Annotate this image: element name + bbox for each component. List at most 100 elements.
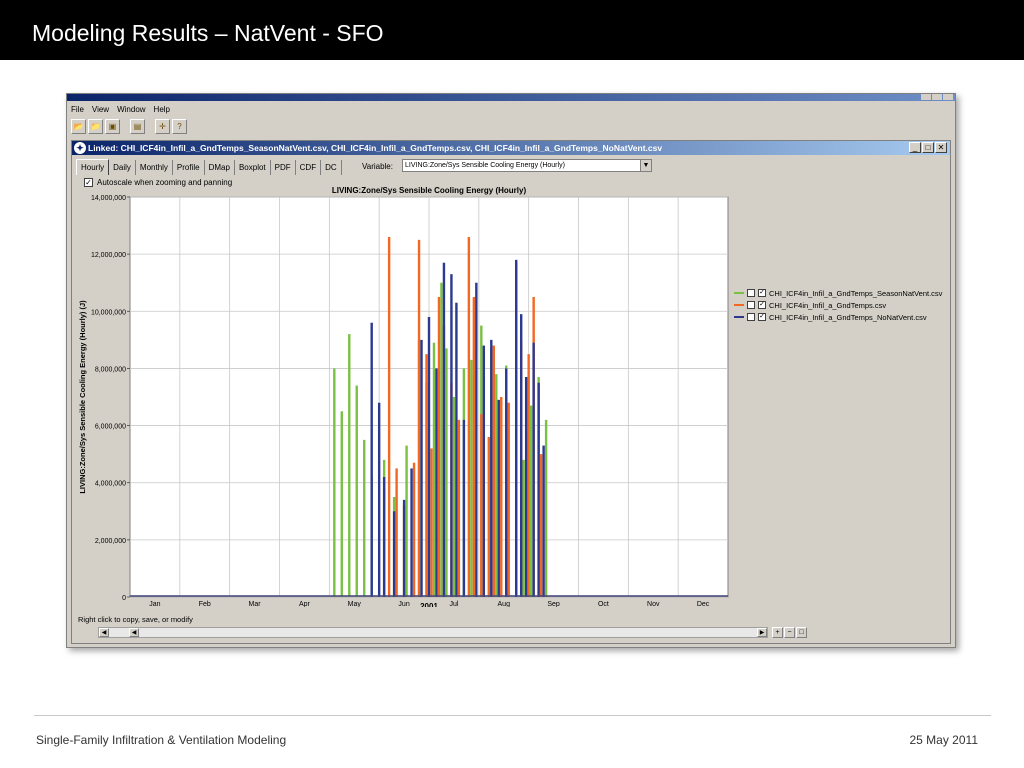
tab-daily[interactable]: Daily	[109, 160, 136, 175]
help-icon[interactable]: ?	[172, 119, 187, 134]
menu-window[interactable]: Window	[117, 105, 145, 114]
legend-item[interactable]: ✓ CHI_ICF4in_Infil_a_GndTemps.csv	[734, 299, 942, 311]
save-icon[interactable]: ▣	[105, 119, 120, 134]
chart-bar	[529, 405, 533, 597]
dview-window[interactable]: File View Window Help 📂 📁 ▣ ▤ ✛ ? ✦ Link…	[66, 93, 956, 648]
chart-bar	[490, 339, 493, 597]
app-titlebar[interactable]	[67, 94, 955, 101]
legend-item[interactable]: ✓ CHI_ICF4in_Infil_a_GndTemps_SeasonNatV…	[734, 287, 942, 299]
chart-bar	[470, 359, 473, 597]
legend-checkbox-a[interactable]	[747, 301, 755, 309]
chart-bar	[437, 297, 441, 597]
tab-cdf[interactable]: CDF	[296, 160, 322, 175]
chart-bar	[500, 397, 503, 597]
autoscale-checkbox[interactable]: ✓	[84, 178, 93, 187]
zoom-controls: + − □	[772, 627, 807, 638]
move-icon[interactable]: ✛	[155, 119, 170, 134]
chart-bar	[355, 385, 358, 597]
tab-monthly[interactable]: Monthly	[136, 160, 173, 175]
chart-bar	[519, 314, 523, 597]
chevron-down-icon[interactable]: ▼	[640, 160, 651, 171]
slide-title: Modeling Results – NatVent - SFO	[32, 20, 384, 46]
y-tick-label: 6,000,000	[95, 424, 126, 431]
legend-item[interactable]: ✓ CHI_ICF4in_Infil_a_GndTemps_NoNatVent.…	[734, 311, 942, 323]
chart-bar	[515, 259, 518, 597]
menu-file[interactable]: File	[71, 105, 84, 114]
chart-bar	[457, 419, 461, 597]
y-tick-label: 12,000,000	[91, 252, 126, 259]
chart-bar	[472, 297, 476, 597]
inner-window-controls[interactable]: _ □ ✕	[909, 142, 947, 153]
chart-bar	[370, 322, 373, 597]
x-tick-label: Jan	[149, 601, 160, 607]
open-file-icon[interactable]: 📁	[88, 119, 103, 134]
tab-dmap[interactable]: DMap	[205, 160, 235, 175]
app-window-controls[interactable]	[921, 94, 953, 101]
menu-view[interactable]: View	[92, 105, 109, 114]
x-tick-label: Sep	[547, 601, 560, 607]
chart-bar	[527, 354, 530, 597]
scroll-right-icon[interactable]: ▶	[757, 628, 767, 637]
chart-bar	[392, 511, 396, 597]
tab-boxplot[interactable]: Boxplot	[235, 160, 271, 175]
legend-checkbox-b[interactable]: ✓	[758, 289, 766, 297]
chart-bar	[455, 302, 458, 597]
variable-value: LIVING:Zone/Sys Sensible Cooling Energy …	[405, 162, 565, 169]
inner-window-title: Linked: CHI_ICF4in_Infil_a_GndTemps_Seas…	[88, 143, 663, 153]
zoom-out-icon[interactable]: −	[784, 627, 795, 638]
chart-bar	[440, 282, 443, 597]
scroll-left-icon[interactable]: ◀	[99, 628, 109, 637]
menu-help[interactable]: Help	[154, 105, 170, 114]
inner-close-icon[interactable]: ✕	[935, 142, 947, 153]
chart-bar	[524, 377, 528, 597]
chart-bar	[410, 468, 413, 597]
chart-bar	[544, 419, 548, 597]
x-tick-label: Dec	[697, 601, 710, 607]
x-tick-label: Jul	[449, 601, 458, 607]
legend-checkbox-b[interactable]: ✓	[758, 301, 766, 309]
y-tick-label: 10,000,000	[91, 309, 126, 316]
export-icon[interactable]: ▤	[130, 119, 145, 134]
chart-bar	[522, 459, 525, 597]
chart-legend: ✓ CHI_ICF4in_Infil_a_GndTemps_SeasonNatV…	[734, 287, 942, 323]
cooling-energy-chart[interactable]: 0 2,000,000 4,000,000 6,000,000 8,000,000 10,…	[72, 187, 952, 607]
view-tabs: Hourly Daily Monthly Profile DMap Boxplo…	[76, 159, 342, 175]
variable-select[interactable]: LIVING:Zone/Sys Sensible Cooling Energy …	[402, 159, 652, 172]
y-tick-label: 8,000,000	[95, 366, 126, 373]
toolbar: 📂 📁 ▣ ▤ ✛ ?	[71, 119, 187, 135]
legend-swatch-orange	[734, 304, 744, 306]
chart-bar	[333, 368, 336, 597]
chart-bar	[462, 419, 466, 597]
chart-bar	[467, 237, 471, 597]
zoom-reset-icon[interactable]: □	[796, 627, 807, 638]
close-icon[interactable]	[943, 94, 953, 100]
inner-minimize-icon[interactable]: _	[909, 142, 921, 153]
legend-checkbox-b[interactable]: ✓	[758, 313, 766, 321]
chart-title: LIVING:Zone/Sys Sensible Cooling Energy …	[332, 187, 527, 195]
y-tick-label: 0	[122, 595, 126, 602]
y-tick-labels: 0 2,000,000 4,000,000 6,000,000 8,000,000 10,…	[91, 195, 126, 602]
chart-bar	[495, 374, 498, 597]
minimize-icon[interactable]	[921, 94, 931, 100]
tab-pdf[interactable]: PDF	[271, 160, 296, 175]
legend-checkbox-a[interactable]	[747, 289, 755, 297]
tab-profile[interactable]: Profile	[173, 160, 205, 175]
tab-dc[interactable]: DC	[321, 160, 342, 175]
zoom-in-icon[interactable]: +	[772, 627, 783, 638]
chart-bar	[450, 274, 453, 597]
horizontal-scrollbar[interactable]: ◀ ◀ ▶	[98, 627, 768, 638]
linked-files-window[interactable]: ✦ Linked: CHI_ICF4in_Infil_a_GndTemps_Se…	[71, 140, 951, 644]
legend-checkbox-a[interactable]	[747, 313, 755, 321]
x-tick-label: Jun	[398, 601, 409, 607]
x-tick-label: Nov	[647, 601, 660, 607]
chart-bar	[387, 237, 391, 597]
scroll-left2-icon[interactable]: ◀	[129, 628, 139, 637]
tab-hourly[interactable]: Hourly	[76, 159, 110, 175]
inner-titlebar[interactable]: ✦ Linked: CHI_ICF4in_Infil_a_GndTemps_Se…	[72, 141, 950, 155]
open-folder-icon[interactable]: 📂	[71, 119, 86, 134]
chart-bar	[442, 262, 446, 597]
y-tick-label: 4,000,000	[95, 481, 126, 488]
inner-maximize-icon[interactable]: □	[922, 142, 934, 153]
maximize-icon[interactable]	[932, 94, 942, 100]
x-tick-label: Aug	[498, 601, 511, 607]
